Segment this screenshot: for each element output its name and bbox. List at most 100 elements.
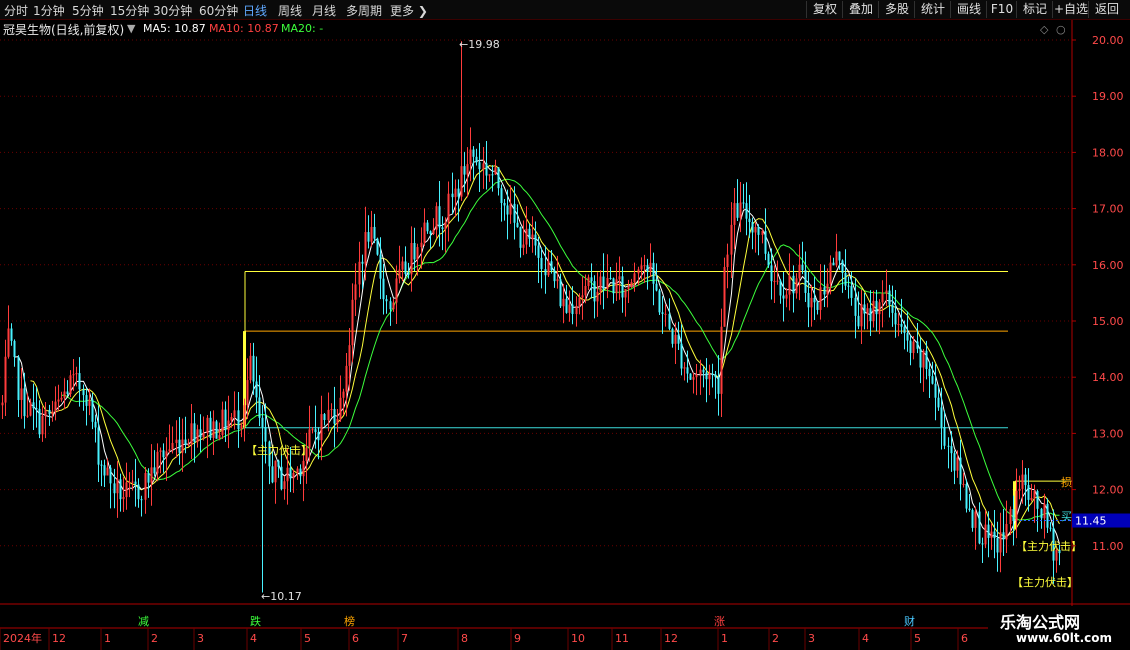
- candle-body: [410, 242, 413, 275]
- candle-body: [32, 402, 35, 409]
- candle-body: [708, 373, 711, 380]
- candle-body: [137, 484, 140, 500]
- price-tick-label: 19.00: [1092, 90, 1124, 103]
- candle-body: [500, 188, 503, 203]
- candles: [1, 41, 1061, 593]
- candle-body: [243, 405, 246, 426]
- month-label: 2: [151, 632, 158, 645]
- candle-body: [171, 442, 174, 450]
- candle-body: [202, 433, 205, 438]
- candle-body: [875, 300, 878, 315]
- watermark-logo: 乐淘公式网 www.60lt.com: [988, 606, 1130, 650]
- candle-body: [264, 427, 267, 442]
- candle-body: [516, 222, 519, 228]
- candle-body: [968, 508, 971, 510]
- candle-body: [165, 451, 168, 458]
- candle-body: [292, 473, 295, 479]
- candle-body: [547, 261, 550, 276]
- candle-body: [540, 257, 543, 270]
- candle-body: [323, 414, 326, 421]
- candle-body: [85, 395, 88, 406]
- candle-body: [702, 369, 705, 373]
- candle-body: [671, 328, 674, 344]
- candle-body: [181, 439, 184, 453]
- candle-body: [215, 421, 218, 439]
- candle-body: [1043, 503, 1046, 519]
- candle-body: [962, 483, 965, 485]
- price-grid: [0, 39, 1130, 629]
- candle-body: [711, 373, 714, 375]
- candle-body: [590, 277, 593, 282]
- candle-body: [869, 308, 872, 322]
- candle-body: [575, 305, 578, 315]
- candle-body: [134, 481, 137, 485]
- diamond-icon: ◇: [1040, 23, 1049, 36]
- candle-body: [723, 267, 726, 327]
- candle-body: [398, 269, 401, 279]
- candle-body: [680, 343, 683, 369]
- candle-body: [113, 483, 116, 494]
- candle-body: [94, 421, 97, 428]
- candle-body: [454, 188, 457, 198]
- candle-body: [528, 228, 531, 239]
- candle-body: [686, 367, 689, 374]
- candle-body: [987, 524, 990, 538]
- candle-body: [175, 439, 178, 443]
- candle-body: [692, 377, 695, 380]
- candle-body: [742, 202, 745, 204]
- candle-body: [1002, 532, 1005, 540]
- candle-body: [807, 292, 810, 308]
- candle-body: [646, 265, 649, 272]
- candle-body: [472, 149, 475, 157]
- kline-chart[interactable]: ←19.98←10.17【主力伏击】【主力伏击】【主力伏击】损买 20.0019…: [0, 0, 1130, 650]
- candle-body: [863, 304, 866, 314]
- candle-body: [1024, 474, 1027, 486]
- time-axis: 2024年 12 1 2 3 4 5 6 7 8 9 10 11 12 1 2 3 4 5 6减跌榜涨财: [0, 614, 968, 650]
- candle-body: [888, 290, 891, 305]
- candle-body: [934, 383, 937, 398]
- candle-body: [683, 367, 686, 369]
- candle-body: [482, 163, 485, 170]
- candle-body: [587, 277, 590, 286]
- candle-body: [900, 324, 903, 327]
- candle-body: [978, 511, 981, 544]
- current-price-label: 11.45: [1075, 515, 1107, 528]
- candle-body: [252, 355, 255, 382]
- buy-tag: 买: [1061, 510, 1072, 523]
- candle-body: [447, 193, 450, 223]
- candle-body: [999, 532, 1002, 553]
- candle-body: [649, 262, 652, 272]
- candle-body: [655, 283, 658, 291]
- candle-body: [258, 397, 261, 418]
- watermark-title: 乐淘公式网: [1000, 613, 1081, 632]
- candle-body: [373, 226, 376, 239]
- candle-body: [497, 167, 500, 189]
- candle-body: [336, 418, 339, 424]
- month-label: 8: [461, 632, 468, 645]
- candle-body: [813, 297, 816, 303]
- moving-averages: [14, 159, 1060, 545]
- candle-body: [100, 464, 103, 466]
- month-label: 10: [571, 632, 585, 645]
- month-label: 9: [514, 632, 521, 645]
- candle-body: [640, 265, 643, 270]
- candle-body: [720, 326, 723, 394]
- candle-body: [841, 260, 844, 274]
- candle-body: [441, 227, 444, 230]
- candle-body: [522, 244, 525, 248]
- candle-body: [581, 295, 584, 298]
- candle-body: [280, 466, 283, 490]
- candle-body: [630, 282, 633, 287]
- candle-body: [776, 280, 779, 282]
- candle-body: [652, 262, 655, 284]
- candle-body: [494, 167, 497, 175]
- price-tick-label: 13.00: [1092, 427, 1124, 440]
- candle-body: [426, 222, 429, 232]
- candle-body: [10, 328, 13, 341]
- candle-body: [423, 222, 426, 243]
- candle-body: [559, 279, 562, 307]
- candle-body: [612, 278, 615, 294]
- candle-body: [779, 280, 782, 296]
- month-label: 2024年: [3, 631, 42, 645]
- price-tick-label: 17.00: [1092, 203, 1124, 216]
